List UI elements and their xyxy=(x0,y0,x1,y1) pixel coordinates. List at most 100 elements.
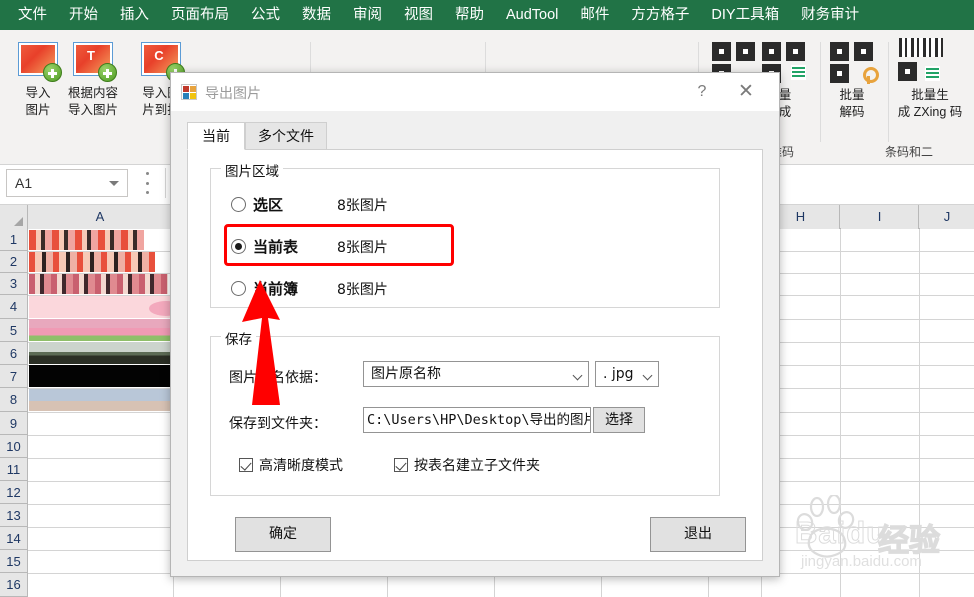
menu-item-home[interactable]: 开始 xyxy=(58,0,109,30)
folder-label: 保存到文件夹： xyxy=(229,416,327,432)
radio-current-sheet[interactable] xyxy=(231,239,246,254)
radio-current-workbook-count: 8张图片 xyxy=(337,281,388,298)
radio-current-sheet-count: 8张图片 xyxy=(337,239,388,256)
menu-item-data[interactable]: 数据 xyxy=(291,0,342,30)
ribbon-button-label: 量 成 xyxy=(778,88,792,119)
menu-item-finance-audit[interactable]: 财务审计 xyxy=(790,0,870,30)
row-header-4[interactable]: 4 xyxy=(0,295,28,319)
menu-item-insert[interactable]: 插入 xyxy=(109,0,160,30)
row-header-2[interactable]: 2 xyxy=(0,251,28,273)
subfolder-checkbox[interactable] xyxy=(394,458,408,472)
app-icon xyxy=(181,84,197,100)
row-header-13[interactable]: 13 xyxy=(0,504,28,527)
import-by-content-icon: T xyxy=(71,38,117,82)
hd-mode-label: 高清晰度模式 xyxy=(259,458,343,474)
format-select[interactable]: . jpg xyxy=(595,361,659,387)
chevron-down-icon[interactable] xyxy=(642,370,653,381)
icon-letter-c: C xyxy=(154,47,164,63)
naming-select-value: 图片原名称 xyxy=(371,366,441,382)
exit-button[interactable]: 退出 xyxy=(650,517,746,552)
hd-mode-checkbox-row[interactable]: 高清晰度模式 xyxy=(239,455,343,475)
import-picture-icon xyxy=(16,38,62,82)
chevron-down-icon[interactable] xyxy=(109,181,119,186)
close-icon[interactable]: ✕ xyxy=(733,81,759,103)
name-box[interactable]: A1 xyxy=(6,169,128,197)
row-header-11[interactable]: 11 xyxy=(0,458,28,481)
icon-letter-t: T xyxy=(87,47,95,63)
row-header-1[interactable]: 1 xyxy=(0,229,28,251)
radio-selection[interactable] xyxy=(231,197,246,212)
select-all-corner[interactable] xyxy=(0,205,28,229)
ribbon-button-qr-batch-decode[interactable]: 批量 解码 xyxy=(824,84,880,121)
dialog-title-bar[interactable]: 导出图片 ? ✕ xyxy=(171,73,779,111)
column-header-j[interactable]: J xyxy=(920,205,974,229)
row-header-9[interactable]: 9 xyxy=(0,412,28,435)
dialog-title: 导出图片 xyxy=(205,85,261,101)
subfolder-checkbox-row[interactable]: 按表名建立子文件夹 xyxy=(394,455,540,475)
save-legend: 保存 xyxy=(221,328,256,348)
menu-item-mail[interactable]: 邮件 xyxy=(569,0,620,30)
vertical-dots-icon[interactable] xyxy=(143,172,151,194)
ribbon-button-label: 批量生 成 ZXing 码 xyxy=(897,88,963,119)
ribbon-button-barcode-zxing[interactable]: 批量生 成 ZXing 码 xyxy=(888,84,972,121)
menu-item-formulas[interactable]: 公式 xyxy=(240,0,291,30)
radio-current-sheet-label: 当前表 xyxy=(253,238,299,256)
cell-image-row-1[interactable] xyxy=(29,230,144,250)
naming-select[interactable]: 图片原名称 xyxy=(363,361,589,387)
ribbon-button-label: 根据内容 导入图片 xyxy=(67,86,118,117)
folder-path-input[interactable]: C:\Users\HP\Desktop\导出的图片 xyxy=(363,407,591,433)
menu-item-diy-toolbox[interactable]: DIY工具箱 xyxy=(700,0,790,30)
menu-item-help[interactable]: 帮助 xyxy=(444,0,495,30)
radio-row-current-workbook[interactable]: 当前簿 8张图片 xyxy=(231,278,388,299)
row-header-3[interactable]: 3 xyxy=(0,273,28,295)
row-header-12[interactable]: 12 xyxy=(0,481,28,504)
menu-item-view[interactable]: 视图 xyxy=(393,0,444,30)
ribbon-button-import-by-content[interactable]: T 根据内容 导入图片 xyxy=(60,38,126,119)
cell-image-row-4[interactable] xyxy=(29,296,189,318)
row-header-10[interactable]: 10 xyxy=(0,435,28,458)
tab-multi-files[interactable]: 多个文件 xyxy=(245,122,327,150)
name-box-value: A1 xyxy=(15,175,33,191)
radio-row-current-sheet[interactable]: 当前表 8张图片 xyxy=(231,236,388,257)
cell-image-row-3[interactable] xyxy=(29,274,168,294)
subfolder-label: 按表名建立子文件夹 xyxy=(414,458,540,474)
barcode-zxing-icon[interactable] xyxy=(898,38,944,82)
image-area-legend: 图片区域 xyxy=(221,160,283,180)
tab-panel-current: 图片区域 选区 8张图片 当前表 8张图片 当前簿 8张图片 保存 图片命名依据… xyxy=(187,149,763,561)
help-icon[interactable]: ? xyxy=(689,81,715,103)
ribbon-button-label: 导入 图片 xyxy=(25,86,51,117)
cell-image-row-2[interactable] xyxy=(29,252,155,272)
radio-selection-label: 选区 xyxy=(253,196,284,214)
row-header-8[interactable]: 8 xyxy=(0,388,28,412)
save-group: 保存 图片命名依据： 图片原名称 . jpg 保存到文件夹： C:\Users\… xyxy=(210,328,720,496)
ribbon-button-label: 批量 解码 xyxy=(839,88,865,119)
row-header-7[interactable]: 7 xyxy=(0,365,28,388)
radio-row-selection[interactable]: 选区 8张图片 xyxy=(231,194,388,215)
folder-path-value: C:\Users\HP\Desktop\导出的图片 xyxy=(367,412,591,428)
row-header-14[interactable]: 14 xyxy=(0,527,28,550)
row-header-16[interactable]: 16 xyxy=(0,573,28,597)
row-header-15[interactable]: 15 xyxy=(0,550,28,573)
chevron-down-icon[interactable] xyxy=(572,370,583,381)
menu-item-file[interactable]: 文件 xyxy=(0,0,58,30)
radio-current-workbook[interactable] xyxy=(231,281,246,296)
menu-item-page-layout[interactable]: 页面布局 xyxy=(160,0,240,30)
column-header-i[interactable]: I xyxy=(841,205,919,229)
choose-folder-button[interactable]: 选择 xyxy=(593,407,645,433)
menu-item-fangfanggezi[interactable]: 方方格子 xyxy=(620,0,700,30)
naming-label: 图片命名依据： xyxy=(229,370,327,386)
hd-mode-checkbox[interactable] xyxy=(239,458,253,472)
ribbon-group-label-barcode: 条码和二 xyxy=(885,145,934,159)
format-select-value: . jpg xyxy=(603,366,634,382)
menu-item-review[interactable]: 审阅 xyxy=(342,0,393,30)
confirm-button[interactable]: 确定 xyxy=(235,517,331,552)
row-header-6[interactable]: 6 xyxy=(0,342,28,365)
menu-item-audtool[interactable]: AudTool xyxy=(495,0,569,30)
ribbon-separator xyxy=(820,42,821,142)
column-header-a[interactable]: A xyxy=(28,205,173,229)
formula-bar-divider xyxy=(165,168,166,198)
row-header-5[interactable]: 5 xyxy=(0,319,28,342)
dialog-body: 当前 多个文件 图片区域 选区 8张图片 当前表 8张图片 当前簿 8张图片 保… xyxy=(171,111,779,576)
qr-batch-decode-icon[interactable] xyxy=(830,38,879,84)
tab-current[interactable]: 当前 xyxy=(187,122,245,150)
